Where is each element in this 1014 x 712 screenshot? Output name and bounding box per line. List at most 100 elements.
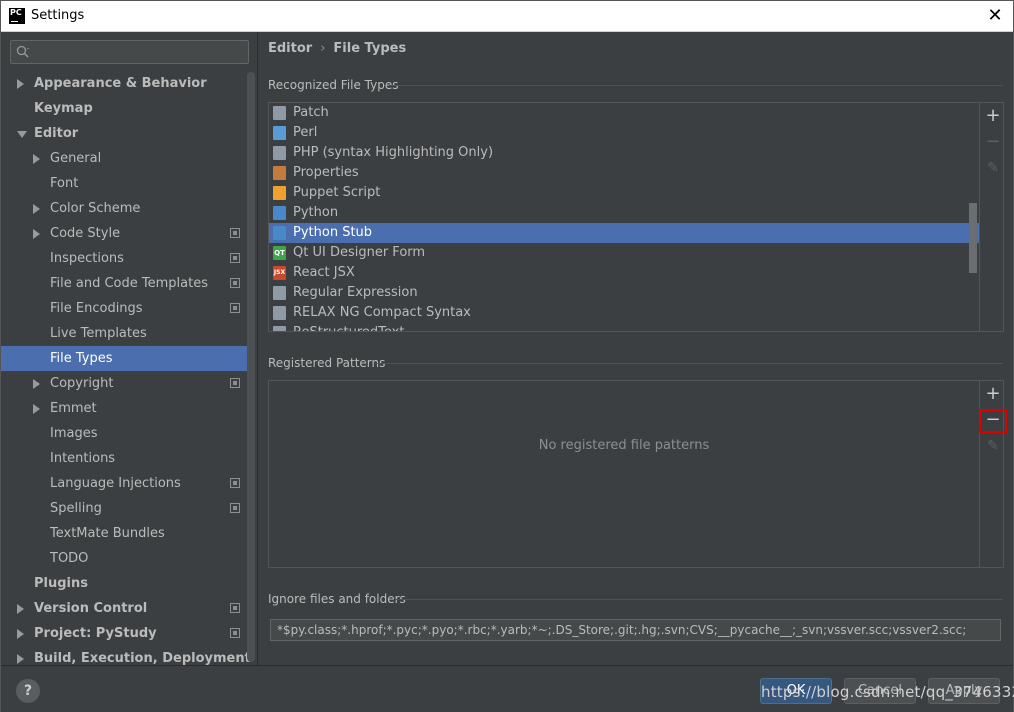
sidebar-item-emmet[interactable]: Emmet [1,396,247,421]
sidebar-item-intentions[interactable]: Intentions [1,446,247,471]
sidebar-item-label: Keymap [34,101,93,116]
sidebar-item-label: Images [50,426,98,441]
chevron-down-icon[interactable] [17,131,27,138]
project-scope-icon [230,378,240,388]
php-file-icon [273,146,286,160]
sidebar-item-general[interactable]: General [1,146,247,171]
file-type-row[interactable]: Properties [269,163,979,183]
regex-file-icon [273,286,286,300]
sidebar-item-file-and-code-templates[interactable]: File and Code Templates [1,271,247,296]
file-type-row[interactable]: QT Qt UI Designer Form [269,243,979,263]
breadcrumb: Editor › File Types [268,41,406,56]
project-scope-icon [230,603,240,613]
recognized-file-types-list[interactable]: Patch Perl PHP (syntax Highlighting Only) P… [268,102,1004,332]
close-icon[interactable]: ✕ [985,5,1005,27]
chevron-right-icon[interactable] [33,404,40,414]
breadcrumb-current: File Types [333,41,407,56]
file-type-row[interactable]: RELAX NG Compact Syntax [269,303,979,323]
chevron-right-icon[interactable] [17,654,24,664]
sidebar-item-live-templates[interactable]: Live Templates [1,321,247,346]
sidebar-item-inspections[interactable]: Inspections [1,246,247,271]
sidebar-item-label: Intentions [50,451,116,466]
chevron-right-icon[interactable] [17,604,24,614]
sidebar-item-appearance-behavior[interactable]: Appearance & Behavior [1,71,247,96]
sidebar-scrollbar[interactable] [247,72,255,662]
file-type-label: Perl [293,125,318,140]
file-type-label: RELAX NG Compact Syntax [293,305,471,320]
sidebar-item-file-encodings[interactable]: File Encodings [1,296,247,321]
sidebar-item-file-types[interactable]: File Types [1,346,247,371]
file-type-row[interactable]: Perl [269,123,979,143]
breadcrumb-parent[interactable]: Editor [268,41,312,56]
patch-file-icon [273,106,286,120]
section-divider [395,599,1003,600]
ignore-files-input[interactable]: *$py.class;*.hprof;*.pyc;*.pyo;*.rbc;*.y… [270,619,1001,641]
python-stub-file-icon [273,226,286,240]
sidebar-item-label: TODO [50,551,89,566]
sidebar-item-editor[interactable]: Editor [1,121,247,146]
add-pattern-button[interactable]: + [985,385,1001,403]
qt-ui-file-icon: QT [273,246,286,260]
sidebar-item-label: Editor [34,126,79,141]
file-type-row[interactable]: Regular Expression [269,283,979,303]
edit-pattern-button[interactable]: ✎ [985,438,1001,454]
add-file-type-button[interactable]: + [985,107,1001,125]
sidebar-item-project-pystudy[interactable]: Project: PyStudy [1,621,247,646]
dialog-footer: ? OK Cancel Apply https://blog.csdn.net/… [1,665,1014,712]
highlight-annotation-box [979,409,1007,433]
registered-patterns-list[interactable]: No registered file patterns + − ✎ [268,380,1007,568]
file-type-label: Python Stub [293,225,373,240]
chevron-right-icon[interactable] [33,379,40,389]
section-divider [375,363,1003,364]
project-scope-icon [230,478,240,488]
sidebar-item-plugins[interactable]: Plugins [1,571,247,596]
sidebar-item-version-control[interactable]: Version Control [1,596,247,621]
edit-file-type-button[interactable]: ✎ [985,160,1001,176]
file-type-row[interactable]: ReStructuredText [269,323,979,331]
file-type-label: Patch [293,105,329,120]
file-types-page: Editor › File Types Recognized File Types … [259,32,1013,665]
file-types-scrollbar[interactable] [969,203,977,273]
project-scope-icon [230,253,240,263]
chevron-right-icon[interactable] [33,154,40,164]
sidebar-item-images[interactable]: Images [1,421,247,446]
sidebar-item-spelling[interactable]: Spelling [1,496,247,521]
settings-window: PC Settings ✕ Appearance & Behavior Keyma… [0,0,1014,712]
search-input[interactable] [10,40,249,64]
window-title: Settings [31,8,85,23]
file-type-row[interactable]: Python [269,203,979,223]
app-icon-text: PC [10,8,22,17]
file-type-row[interactable]: JSX React JSX [269,263,979,283]
sidebar-item-label: General [50,151,102,166]
remove-file-type-button[interactable]: − [985,133,1001,151]
project-scope-icon [230,228,240,238]
sidebar-item-code-style[interactable]: Code Style [1,221,247,246]
relaxng-file-icon [273,306,286,320]
sidebar-item-color-scheme[interactable]: Color Scheme [1,196,247,221]
sidebar-item-label: Language Injections [50,476,181,491]
properties-file-icon [273,166,286,180]
file-type-row[interactable]: PHP (syntax Highlighting Only) [269,143,979,163]
chevron-right-icon[interactable] [17,79,24,89]
file-type-row[interactable]: Patch [269,103,979,123]
sidebar-item-textmate-bundles[interactable]: TextMate Bundles [1,521,247,546]
help-button[interactable]: ? [16,679,40,703]
sidebar-item-font[interactable]: Font [1,171,247,196]
file-type-label: Qt UI Designer Form [293,245,426,260]
sidebar-item-language-injections[interactable]: Language Injections [1,471,247,496]
sidebar-item-copyright[interactable]: Copyright [1,371,247,396]
chevron-right-icon[interactable] [33,229,40,239]
sidebar-item-label: Plugins [34,576,88,591]
file-type-label: Puppet Script [293,185,381,200]
sidebar-item-keymap[interactable]: Keymap [1,96,247,121]
sidebar-item-label: Font [50,176,79,191]
registered-patterns-title: Registered Patterns [268,356,386,370]
file-type-label: Python [293,205,339,220]
sidebar-item-label: File Types [50,351,113,366]
file-type-row[interactable]: Puppet Script [269,183,979,203]
chevron-right-icon[interactable] [17,629,24,639]
sidebar-item-label: Spelling [50,501,102,516]
chevron-right-icon[interactable] [33,204,40,214]
file-type-row[interactable]: Python Stub [269,223,979,243]
sidebar-item-todo[interactable]: TODO [1,546,247,571]
